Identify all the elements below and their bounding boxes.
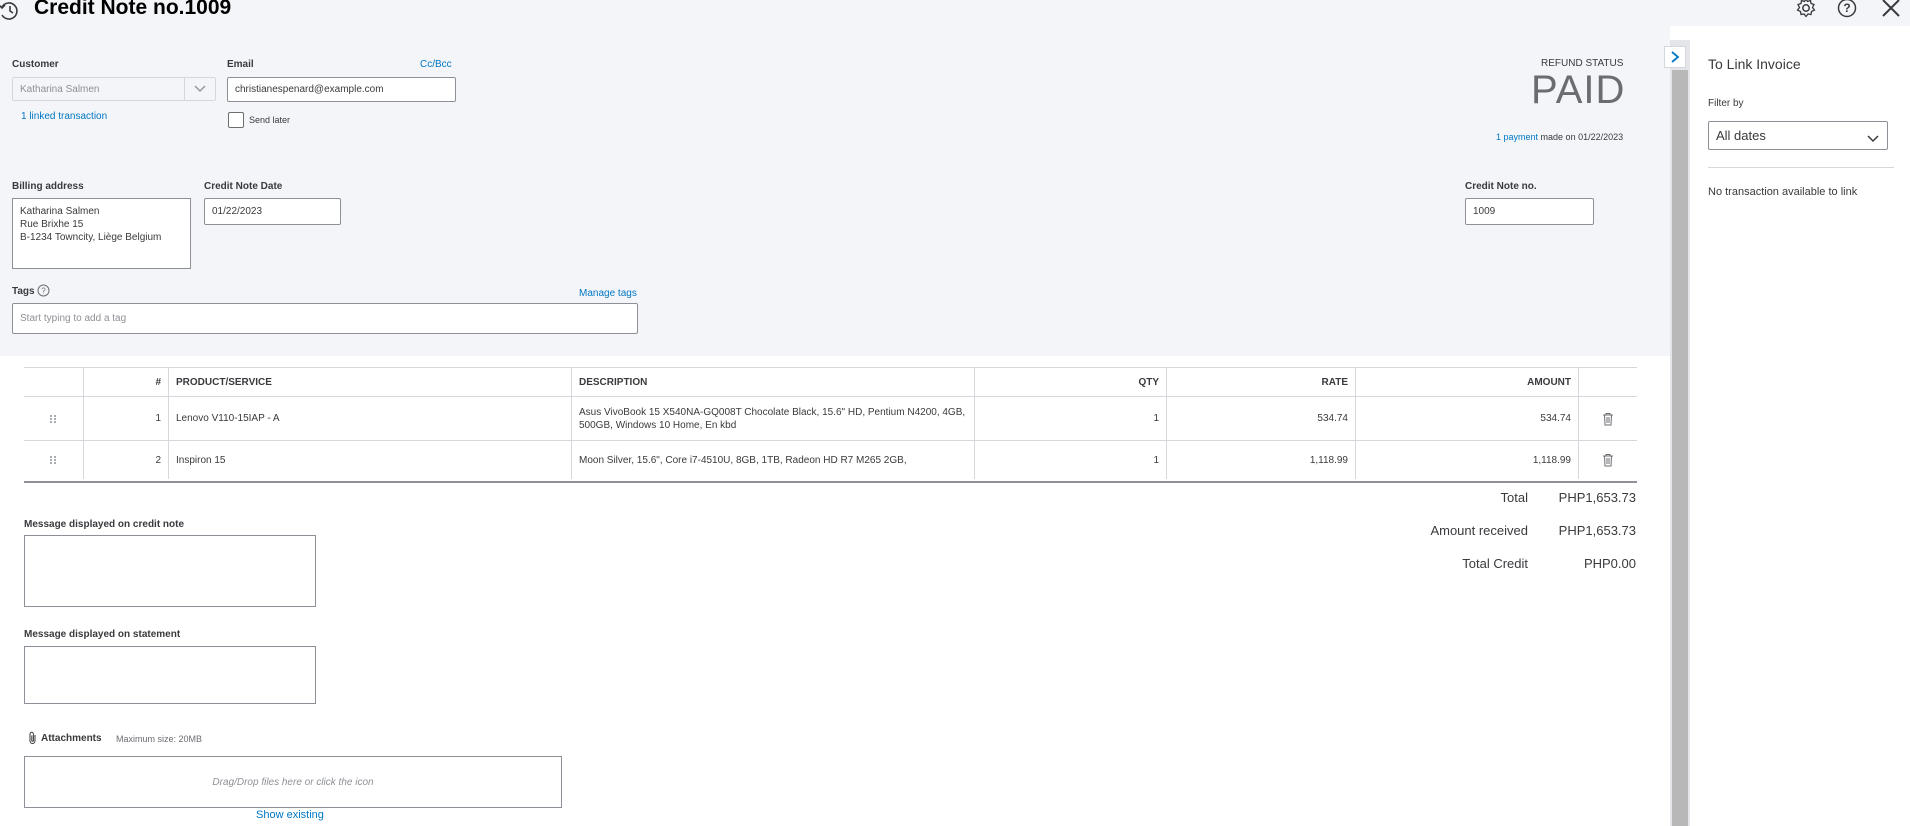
help-icon[interactable]: ? <box>1834 0 1860 21</box>
trash-icon[interactable] <box>1579 441 1637 479</box>
credit-note-date-label: Credit Note Date <box>204 181 283 192</box>
chevron-right-icon[interactable] <box>1664 46 1686 68</box>
total-credit-value: PHP0.00 <box>1583 556 1636 571</box>
billing-address-field[interactable]: Katharina Salmen Rue Brixhe 15 B-1234 To… <box>12 198 191 269</box>
send-later-label: Send later <box>249 115 291 125</box>
filter-label: Filter by <box>1708 98 1744 109</box>
show-existing-link[interactable]: Show existing <box>256 809 324 821</box>
svg-text:?: ? <box>41 287 46 296</box>
product-cell[interactable]: Lenovo V110-15IAP - A <box>169 397 572 440</box>
statement-message-label: Message displayed on statement <box>24 629 181 640</box>
attachments-max-size: Maximum size: 20MB <box>116 734 203 744</box>
page-title: Credit Note no.1009 <box>34 0 232 19</box>
rate-cell[interactable]: 534.74 <box>1167 397 1356 440</box>
credit-note-message-field[interactable] <box>24 535 316 607</box>
total-label: Total <box>1500 490 1528 505</box>
drag-handle-icon[interactable] <box>24 397 84 440</box>
payment-info: 1 payment made on 01/22/2023 <box>1496 132 1623 142</box>
attachments-dropzone[interactable]: Drag/Drop files here or click the icon <box>24 756 562 808</box>
rate-cell[interactable]: 1,118.99 <box>1167 441 1356 479</box>
column-header: DESCRIPTION <box>572 368 975 396</box>
credit-note-no-field[interactable]: 1009 <box>1465 198 1594 225</box>
row-number: 1 <box>84 397 169 440</box>
payment-date-text: made on 01/22/2023 <box>1540 132 1624 142</box>
scrollbar-thumb[interactable] <box>1672 70 1688 826</box>
billing-address-label: Billing address <box>12 181 84 192</box>
paperclip-icon[interactable] <box>27 731 39 745</box>
cc-bcc-link[interactable]: Cc/Bcc <box>420 59 452 70</box>
qty-cell[interactable]: 1 <box>975 441 1167 479</box>
manage-tags-link[interactable]: Manage tags <box>579 288 637 299</box>
amount-cell[interactable]: 1,118.99 <box>1356 441 1579 479</box>
statement-message-field[interactable] <box>24 646 316 704</box>
delete-column-header <box>1579 368 1637 396</box>
send-later-checkbox[interactable] <box>228 112 244 128</box>
panel-title: To Link Invoice <box>1708 56 1801 72</box>
qty-cell[interactable]: 1 <box>975 397 1167 440</box>
payment-link[interactable]: 1 payment <box>1496 132 1538 142</box>
credit-note-no-label: Credit Note no. <box>1465 181 1537 192</box>
trash-icon[interactable] <box>1579 397 1637 440</box>
top-bar <box>0 0 1910 26</box>
column-header: PRODUCT/SERVICE <box>169 368 572 396</box>
table-row[interactable]: 2 Inspiron 15 Moon Silver, 15.6", Core i… <box>24 441 1637 479</box>
billing-line-3: B-1234 Towncity, Liège Belgium <box>20 232 162 243</box>
svg-text:?: ? <box>1843 1 1850 15</box>
total-value: PHP1,653.73 <box>1558 490 1636 505</box>
product-cell[interactable]: Inspiron 15 <box>169 441 572 479</box>
email-label: Email <box>227 59 254 70</box>
column-header: RATE <box>1167 368 1356 396</box>
amount-received-label: Amount received <box>1430 523 1528 538</box>
history-icon[interactable] <box>0 0 20 21</box>
drag-handle-icon[interactable] <box>24 441 84 479</box>
line-items-table: # PRODUCT/SERVICE DESCRIPTION QTY RATE A… <box>24 367 1637 483</box>
attachments-label: Attachments <box>41 733 102 744</box>
customer-value: Katharina Salmen <box>20 83 100 95</box>
total-credit-label: Total Credit <box>1462 556 1528 571</box>
row-number: 2 <box>84 441 169 479</box>
chevron-down-icon[interactable] <box>184 78 215 100</box>
billing-line-1: Katharina Salmen <box>20 206 100 217</box>
panel-empty-message: No transaction available to link <box>1708 186 1858 198</box>
tags-label: Tags <box>12 286 35 297</box>
drag-column-header <box>24 368 84 396</box>
billing-line-2: Rue Brixhe 15 <box>20 219 84 230</box>
tags-input[interactable]: Start typing to add a tag <box>12 303 638 334</box>
help-icon[interactable]: ? <box>37 284 50 297</box>
link-invoice-panel <box>1690 40 1910 826</box>
description-cell[interactable]: Asus VivoBook 15 X540NA-GQ008T Chocolate… <box>572 397 975 440</box>
amount-cell[interactable]: 534.74 <box>1356 397 1579 440</box>
column-header: AMOUNT <box>1356 368 1579 396</box>
table-header-row: # PRODUCT/SERVICE DESCRIPTION QTY RATE A… <box>24 368 1637 397</box>
gear-icon[interactable] <box>1793 0 1819 21</box>
close-icon[interactable] <box>1878 0 1904 21</box>
refund-status-value: PAID <box>1531 68 1626 112</box>
email-field[interactable]: christianespenard@example.com <box>227 77 456 102</box>
amount-received-value: PHP1,653.73 <box>1558 523 1636 538</box>
credit-note-message-label: Message displayed on credit note <box>24 519 185 530</box>
table-row[interactable]: 1 Lenovo V110-15IAP - A Asus VivoBook 15… <box>24 397 1637 441</box>
customer-select[interactable]: Katharina Salmen <box>12 77 216 101</box>
customer-label: Customer <box>12 59 59 70</box>
column-header: QTY <box>975 368 1167 396</box>
description-cell[interactable]: Moon Silver, 15.6", Core i7-4510U, 8GB, … <box>572 441 975 479</box>
chevron-down-icon[interactable] <box>1867 131 1879 146</box>
panel-separator <box>1708 167 1894 168</box>
filter-select[interactable]: All dates <box>1708 121 1888 150</box>
filter-value: All dates <box>1716 128 1766 143</box>
linked-transaction-link[interactable]: 1 linked transaction <box>21 111 107 122</box>
credit-note-date-field[interactable]: 01/22/2023 <box>204 198 341 225</box>
column-header: # <box>84 368 169 396</box>
